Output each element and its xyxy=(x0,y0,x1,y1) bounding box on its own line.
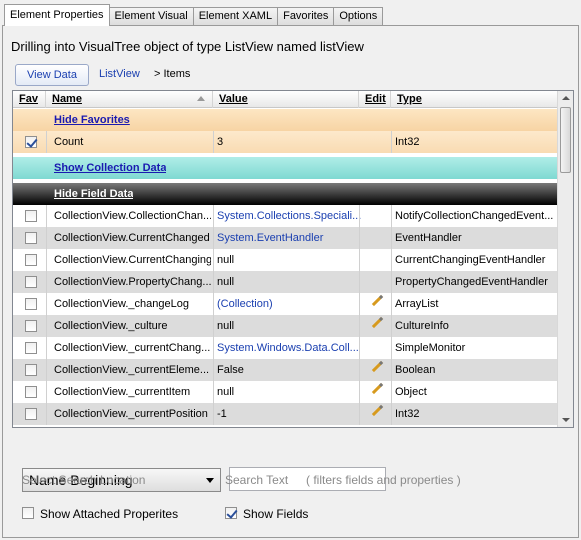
column-header-fav[interactable]: Fav xyxy=(13,91,46,108)
row-value[interactable]: null xyxy=(217,271,362,293)
hide-field-data-link[interactable]: Hide Field Data xyxy=(54,183,133,205)
section-row-collection: Show Collection Data xyxy=(13,157,558,179)
row-value[interactable]: null xyxy=(217,315,362,337)
breadcrumb-listview-link[interactable]: ListView xyxy=(99,64,140,86)
table-row: CollectionView._changeLog (Collection) Arr… xyxy=(13,293,558,315)
breadcrumb-current: > Items xyxy=(154,68,191,80)
tab-element-visual[interactable]: Element Visual xyxy=(108,7,194,26)
scroll-up-icon[interactable] xyxy=(562,96,570,100)
table-row: CollectionView.CurrentChanged System.Even… xyxy=(13,227,558,249)
chevron-down-icon xyxy=(206,478,214,483)
column-header-edit[interactable]: Edit xyxy=(359,91,391,108)
tab-element-xaml[interactable]: Element XAML xyxy=(192,7,279,26)
pencil-icon[interactable] xyxy=(371,404,384,417)
view-data-button[interactable]: View Data xyxy=(15,64,89,86)
row-name[interactable]: Count xyxy=(54,131,211,153)
favorite-checkbox[interactable] xyxy=(25,408,37,420)
tab-strip: Element Properties Element Visual Elemen… xyxy=(4,4,384,26)
show-attached-properties-checkbox[interactable] xyxy=(22,507,34,519)
table-row: CollectionView.CurrentChanging null Curren… xyxy=(13,249,558,271)
vertical-scrollbar[interactable] xyxy=(557,91,573,427)
row-type: Int32 xyxy=(395,136,420,148)
favorite-checkbox[interactable] xyxy=(25,298,37,310)
favorite-checkbox[interactable] xyxy=(25,136,37,148)
row-name[interactable]: CollectionView._culture xyxy=(54,315,211,337)
row-type: SimpleMonitor xyxy=(395,342,466,354)
pencil-icon[interactable] xyxy=(371,360,384,373)
column-header-value[interactable]: Value xyxy=(213,91,359,108)
table-row: CollectionView.CollectionChan... System.C… xyxy=(13,205,558,227)
favorite-checkbox[interactable] xyxy=(25,364,37,376)
favorite-checkbox[interactable] xyxy=(25,342,37,354)
favorite-checkbox[interactable] xyxy=(25,386,37,398)
scroll-down-icon[interactable] xyxy=(562,418,570,422)
property-grid: Fav Name Value Edit Type Hide Favorites … xyxy=(12,90,574,428)
row-type: Int32 xyxy=(395,408,420,420)
properties-panel: Drilling into VisualTree object of type … xyxy=(2,25,579,538)
tab-favorites[interactable]: Favorites xyxy=(277,7,335,26)
favorite-checkbox[interactable] xyxy=(25,254,37,266)
show-fields-checkbox[interactable] xyxy=(225,507,237,519)
row-value[interactable]: -1 xyxy=(217,403,362,425)
scroll-thumb[interactable] xyxy=(560,107,571,173)
hide-favorites-link[interactable]: Hide Favorites xyxy=(54,109,130,131)
row-name[interactable]: CollectionView.CollectionChan... xyxy=(54,205,211,227)
search-text-label: Search Text xyxy=(225,473,289,487)
grid-header: Fav Name Value Edit Type xyxy=(13,91,558,108)
row-type: Boolean xyxy=(395,364,436,376)
row-type: CultureInfo xyxy=(395,320,449,332)
row-name[interactable]: CollectionView._currentChang... xyxy=(54,337,211,359)
show-attached-properties-label: Show Attached Properites xyxy=(40,507,179,521)
pencil-icon[interactable] xyxy=(371,294,384,307)
row-name[interactable]: CollectionView._currentItem xyxy=(54,381,211,403)
row-name[interactable]: CollectionView._currentPosition xyxy=(54,403,211,425)
show-collection-data-link[interactable]: Show Collection Data xyxy=(54,157,166,179)
row-name[interactable]: CollectionView._changeLog xyxy=(54,293,211,315)
table-row: CollectionView._currentItem null Object xyxy=(13,381,558,403)
row-value[interactable]: System.Windows.Data.Coll... xyxy=(217,337,362,359)
page-title: Drilling into VisualTree object of type … xyxy=(11,39,364,54)
row-value[interactable]: null xyxy=(217,381,362,403)
row-value[interactable]: System.EventHandler xyxy=(217,227,362,249)
row-name[interactable]: CollectionView.PropertyChang... xyxy=(54,271,211,293)
table-row: CollectionView._currentPosition -1 Int32 xyxy=(13,403,558,425)
row-name[interactable]: CollectionView._currentEleme... xyxy=(54,359,211,381)
row-value[interactable]: (Collection) xyxy=(217,293,362,315)
table-row: CollectionView._currentEleme... False Bool… xyxy=(13,359,558,381)
column-header-name[interactable]: Name xyxy=(46,91,213,108)
row-type: EventHandler xyxy=(395,232,462,244)
row-value[interactable]: System.Collections.Speciali... xyxy=(217,205,362,227)
favorite-checkbox[interactable] xyxy=(25,276,37,288)
table-row: CollectionView._currentChang... System.Wi… xyxy=(13,337,558,359)
row-type: CurrentChangingEventHandler xyxy=(395,254,546,266)
row-type: PropertyChangedEventHandler xyxy=(395,276,548,288)
tab-element-properties[interactable]: Element Properties xyxy=(4,4,110,26)
row-name[interactable]: CollectionView.CurrentChanged xyxy=(54,227,211,249)
row-value[interactable]: False xyxy=(217,359,362,381)
pencil-icon[interactable] xyxy=(371,316,384,329)
favorite-checkbox[interactable] xyxy=(25,210,37,222)
section-row-fields: Hide Field Data xyxy=(13,183,558,205)
pencil-icon[interactable] xyxy=(371,382,384,395)
table-row: CollectionView._culture null CultureInfo xyxy=(13,315,558,337)
row-type: Object xyxy=(395,386,427,398)
favorite-checkbox[interactable] xyxy=(25,232,37,244)
table-row: Count 3 Int32 xyxy=(13,131,558,153)
row-value[interactable]: null xyxy=(217,249,362,271)
search-location-label: Select Search Location xyxy=(22,473,146,487)
show-fields-label: Show Fields xyxy=(243,507,309,521)
row-type: ArrayList xyxy=(395,298,439,310)
row-value[interactable]: 3 xyxy=(217,131,362,153)
table-row: CollectionView.PropertyChang... null Prope… xyxy=(13,271,558,293)
search-text-hint: ( filters fields and properties ) xyxy=(306,473,461,487)
sort-ascending-icon xyxy=(197,96,205,101)
section-row-favorites: Hide Favorites xyxy=(13,109,558,131)
row-type: NotifyCollectionChangedEvent... xyxy=(395,210,554,222)
favorite-checkbox[interactable] xyxy=(25,320,37,332)
row-name[interactable]: CollectionView.CurrentChanging xyxy=(54,249,211,271)
column-header-type[interactable]: Type xyxy=(391,91,558,108)
tab-options[interactable]: Options xyxy=(333,7,384,26)
